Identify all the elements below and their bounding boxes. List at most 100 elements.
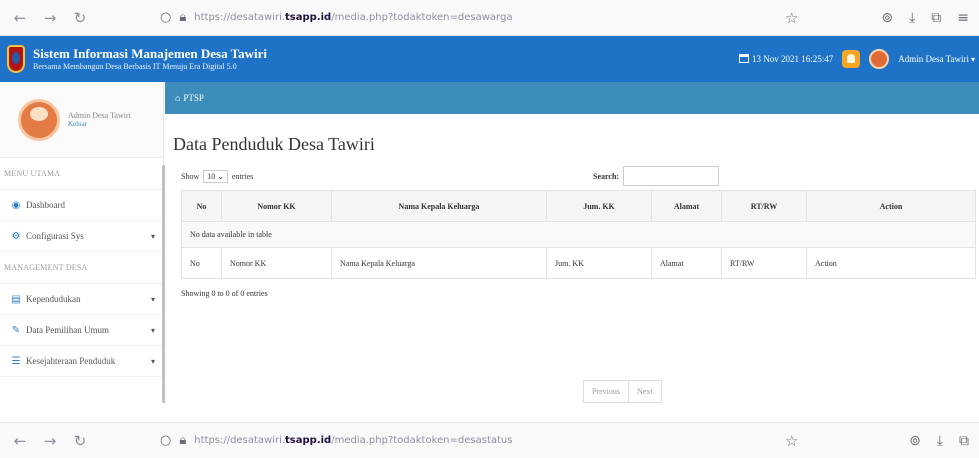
address-bar[interactable]: ○ 🔒︎ https://desatawiri.tsapp.id/media.p…	[160, 5, 770, 31]
url-prefix: https://desatawiri.	[194, 12, 286, 23]
logout-link[interactable]: Keluar	[68, 120, 131, 128]
home-icon[interactable]: ⌂	[175, 93, 180, 103]
lock-icon[interactable]: 🔒︎	[179, 433, 186, 448]
sidebar-item-label: Kependudukan	[26, 294, 81, 304]
pocket-icon[interactable]: ⊚	[881, 10, 893, 26]
cogs-icon: ⚙	[11, 230, 21, 242]
url-domain: tsapp.id	[285, 12, 332, 23]
footer-cell: Nomor KK	[221, 247, 332, 279]
browser-nav-2: ← → ↻	[0, 432, 160, 450]
back-icon[interactable]: ←	[12, 432, 28, 450]
village-logo-icon	[7, 45, 25, 73]
column-header[interactable]: Alamat	[651, 190, 722, 222]
datetime-text: 13 Nov 2021 16:25:47	[752, 54, 834, 64]
entries-select[interactable]: 10 ⌄	[203, 170, 228, 183]
table-header-row: No Nomor KK Nama Kepala Keluarga Jum. KK…	[181, 190, 976, 222]
sidebar-item-label: Configurasi Sys	[26, 231, 84, 241]
next-button[interactable]: Next	[628, 381, 661, 402]
chevron-down-icon: ▾	[150, 231, 155, 241]
menu-header-main: MENU UTAMA	[0, 158, 163, 190]
data-table: No Nomor KK Nama Kepala Keluarga Jum. KK…	[181, 190, 976, 279]
app-title: Sistem Informasi Manajemen Desa Tawiri	[33, 46, 267, 61]
calendar-icon	[739, 54, 750, 63]
footer-cell: Alamat	[651, 247, 722, 279]
entries-value: 10	[207, 172, 216, 181]
forward-icon[interactable]: →	[42, 9, 58, 27]
header-datetime: 13 Nov 2021 16:25:47	[739, 54, 833, 64]
extensions-icon[interactable]: ⧉	[931, 10, 941, 26]
bookmark-star-icon[interactable]: ☆	[785, 9, 798, 27]
search-input[interactable]	[623, 166, 720, 186]
column-header[interactable]: Nomor KK	[221, 190, 332, 222]
pagination: Previous Next	[583, 380, 662, 403]
user-menu[interactable]: Admin Desa Tawiri ▾	[898, 54, 975, 64]
breadcrumb-label[interactable]: PTSP	[183, 93, 204, 103]
footer-cell: Jum. KK	[546, 247, 652, 279]
sidebar-item-label: Dashboard	[26, 200, 65, 210]
chevron-down-icon: ▾	[150, 356, 155, 366]
chevron-down-icon: ⌄	[217, 172, 224, 181]
url-text-2: https://desatawiri.tsapp.id/media.php?to…	[194, 435, 512, 446]
empty-table-message: No data available in table	[181, 221, 976, 248]
browser-actions: ⊚ ⤓ ⧉ ≡	[881, 10, 969, 26]
pocket-icon[interactable]: ⊚	[909, 433, 921, 449]
column-header[interactable]: No	[181, 190, 222, 222]
url-text: https://desatawiri.tsapp.id/media.php?to…	[194, 12, 512, 23]
dashboard-icon: ◉	[11, 199, 21, 211]
user-avatar[interactable]	[869, 49, 890, 69]
table-controls: Show 10 ⌄ entries Search:	[173, 162, 976, 190]
table-info: Showing 0 to 0 of 0 entries	[181, 289, 268, 298]
show-label: Show	[181, 172, 200, 181]
list-icon: ☰	[11, 355, 21, 367]
main-content: ⌂ PTSP Data Penduduk Desa Tawiri Show 10…	[165, 82, 979, 403]
column-header[interactable]: Nama Kepala Keluarga	[331, 190, 547, 222]
sidebar-item-kependudukan[interactable]: ▤ Kependudukan ▾	[0, 284, 163, 315]
sidebar-item-dashboard[interactable]: ◉ Dashboard	[0, 190, 163, 221]
forward-icon[interactable]: →	[42, 432, 58, 450]
page-title: Data Penduduk Desa Tawiri	[173, 134, 375, 154]
sidebar-item-configurasi[interactable]: ⚙ Configurasi Sys ▾	[0, 221, 163, 252]
sidebar-item-kesejahteraan[interactable]: ☰ Kesejahteraan Penduduk ▾	[0, 346, 163, 377]
sidebar-user-name: Admin Desa Tawiri	[68, 111, 131, 120]
breadcrumb: ⌂ PTSP	[165, 82, 979, 114]
app-titles: Sistem Informasi Manajemen Desa Tawiri B…	[33, 46, 267, 72]
page-info-icon[interactable]: ○	[160, 10, 171, 25]
browser-nav: ← → ↻	[0, 9, 160, 27]
back-icon[interactable]: ←	[12, 9, 28, 27]
app-header: Sistem Informasi Manajemen Desa Tawiri B…	[0, 36, 979, 82]
footer-cell: No	[181, 247, 222, 279]
data-panel: Data Penduduk Desa Tawiri Show 10 ⌄ entr…	[173, 134, 976, 403]
footer-cell: Action	[806, 247, 976, 279]
extensions-icon[interactable]: ⧉	[959, 433, 969, 449]
download-icon[interactable]: ⤓	[937, 433, 943, 449]
sidebar-item-label: Kesejahteraan Penduduk	[26, 356, 116, 366]
notification-bell-icon[interactable]	[842, 50, 861, 68]
user-name: Admin Desa Tawiri	[898, 54, 969, 64]
sidebar: Admin Desa Tawiri Keluar MENU UTAMA ◉ Da…	[0, 82, 164, 402]
footer-cell: RT/RW	[721, 247, 807, 279]
table-row: No data available in table	[181, 221, 976, 248]
column-header[interactable]: RT/RW	[721, 190, 807, 222]
menu-icon[interactable]: ≡	[957, 10, 969, 26]
table-footer-row: No Nomor KK Nama Kepala Keluarga Jum. KK…	[181, 247, 976, 279]
column-header[interactable]: Jum. KK	[546, 190, 652, 222]
previous-button[interactable]: Previous	[584, 381, 628, 402]
address-bar-2[interactable]: ○ 🔒︎ https://desatawiri.tsapp.id/media.p…	[160, 428, 770, 454]
url-suffix: /media.php?todaktoken=desastatus	[331, 435, 513, 446]
edit-icon: ✎	[11, 324, 21, 336]
page-info-icon[interactable]: ○	[160, 433, 171, 448]
reload-icon[interactable]: ↻	[72, 9, 88, 27]
browser-toolbar: ← → ↻ ○ 🔒︎ https://desatawiri.tsapp.id/m…	[0, 0, 979, 36]
table-icon: ▤	[11, 293, 21, 305]
header-right: 13 Nov 2021 16:25:47 Admin Desa Tawiri ▾	[739, 36, 975, 82]
lock-icon[interactable]: 🔒︎	[179, 10, 186, 25]
app-subtitle: Bersama Membangun Desa Berbasis IT Menuj…	[33, 62, 237, 71]
download-icon[interactable]: ⤓	[909, 10, 915, 26]
chevron-down-icon: ▾	[150, 294, 155, 304]
user-avatar-large	[18, 98, 60, 141]
column-header[interactable]: Action	[806, 190, 976, 222]
sidebar-item-pemilihan[interactable]: ✎ Data Pemilihan Umum ▾	[0, 315, 163, 346]
url-domain: tsapp.id	[285, 435, 332, 446]
reload-icon[interactable]: ↻	[72, 432, 88, 450]
bookmark-star-icon[interactable]: ☆	[785, 432, 798, 450]
